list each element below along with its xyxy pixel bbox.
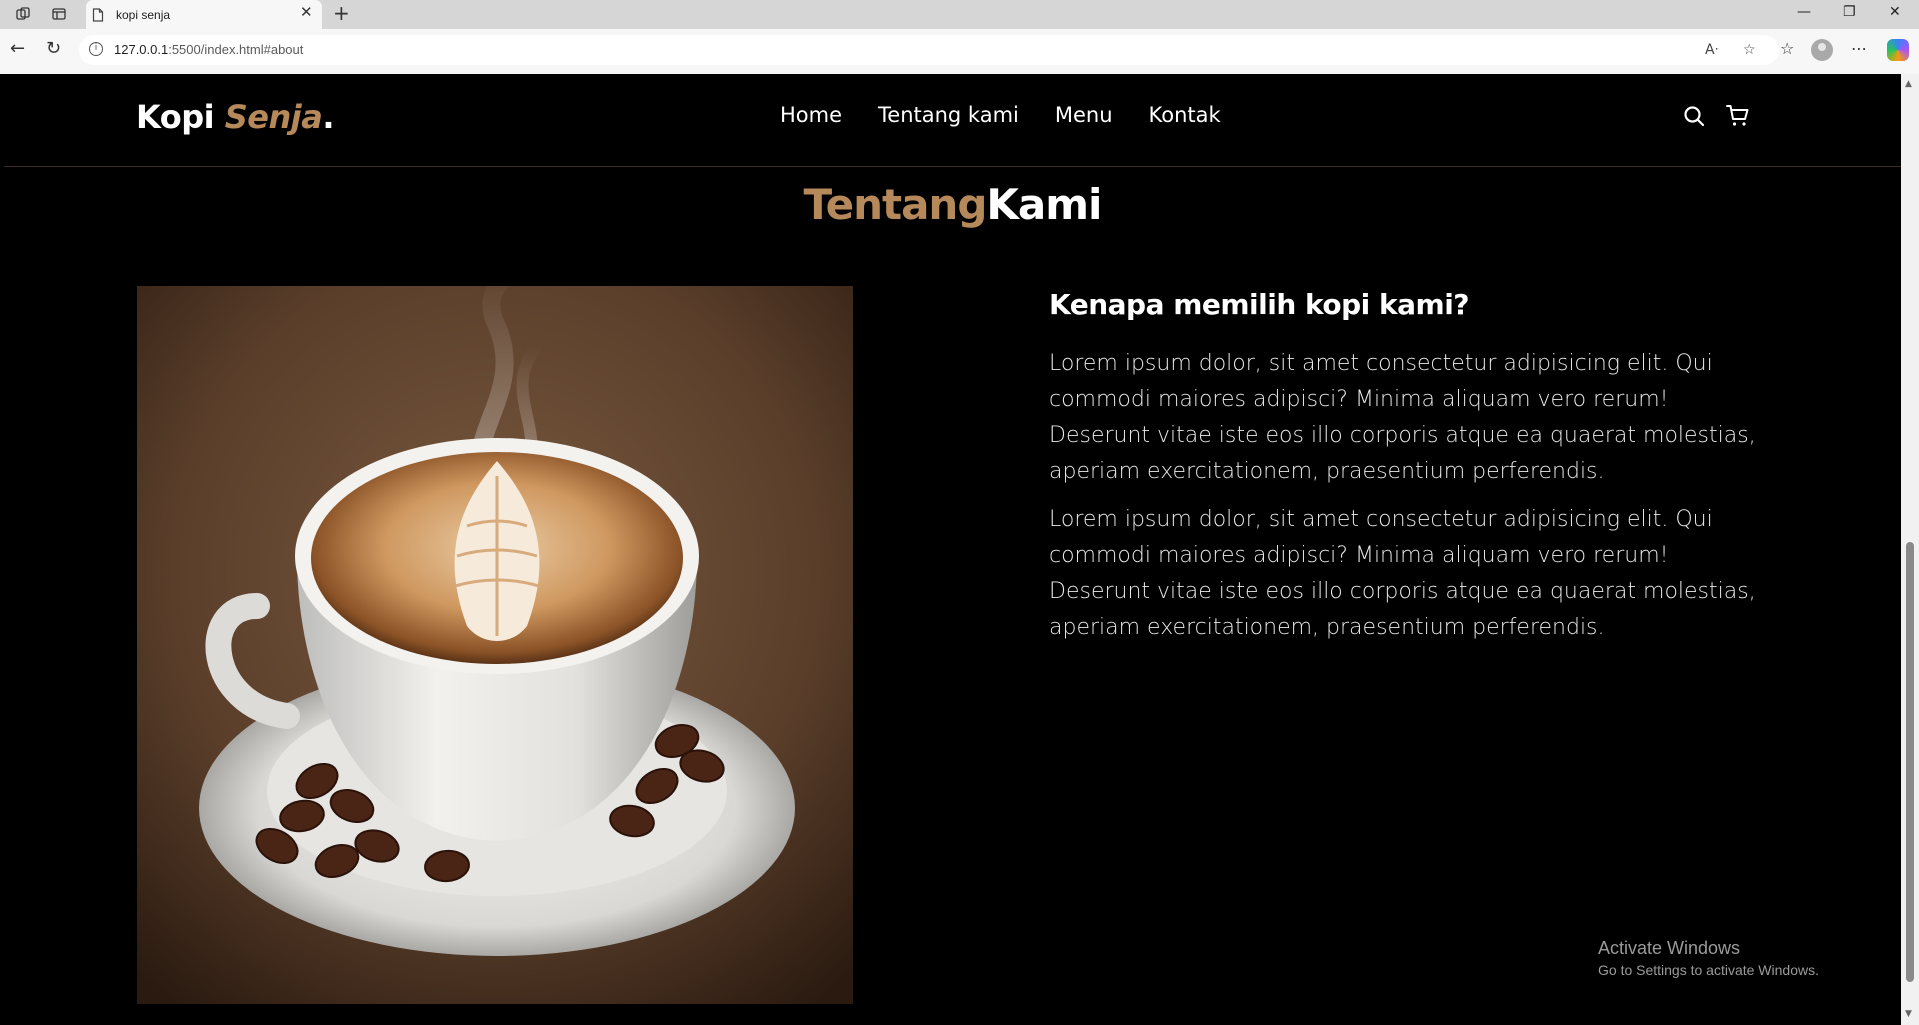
close-window-button[interactable]: ✕ — [1889, 5, 1901, 19]
scrollbar-thumb[interactable] — [1906, 542, 1914, 982]
nav-link-kontak[interactable]: Kontak — [1149, 103, 1221, 127]
back-arrow-icon[interactable]: ← — [10, 40, 25, 58]
page-scrollbar[interactable]: ▲ ▼ — [1901, 74, 1919, 1025]
nav-link-tentang-kami[interactable]: Tentang kami — [878, 103, 1019, 127]
url-text[interactable]: 127.0.0.1:5500/index.html#about — [114, 42, 303, 57]
new-tab-button[interactable]: + — [333, 3, 350, 23]
coffee-cup-image — [137, 286, 853, 1004]
nav-link-menu[interactable]: Menu — [1055, 103, 1113, 127]
activate-windows-title: Activate Windows — [1598, 938, 1741, 958]
about-paragraph-2: Lorem ipsum dolor, sit amet consectetur … — [1049, 507, 1756, 640]
about-heading: Kenapa memilih kopi kami? — [1049, 288, 1470, 321]
refresh-icon[interactable]: ↻ — [46, 40, 61, 58]
favorites-icon[interactable]: ☆ — [1780, 41, 1794, 57]
workspaces-icon[interactable] — [15, 6, 31, 22]
restore-button[interactable]: ❐ — [1843, 5, 1856, 19]
search-icon[interactable] — [1682, 104, 1706, 128]
activate-windows-watermark: Activate Windows Go to Settings to activ… — [1598, 938, 1819, 978]
activate-windows-subtitle: Go to Settings to activate Windows. — [1598, 962, 1819, 978]
read-aloud-icon[interactable]: Aᐧ — [1705, 43, 1718, 57]
nav-link-home[interactable]: Home — [780, 103, 842, 127]
document-icon — [92, 8, 104, 22]
profile-avatar[interactable] — [1811, 39, 1833, 61]
copilot-icon[interactable] — [1887, 39, 1909, 61]
about-paragraph-1: Lorem ipsum dolor, sit amet consectetur … — [1049, 351, 1756, 484]
site-info-icon[interactable]: i — [89, 42, 103, 56]
site-logo[interactable]: Kopi Senja. — [136, 98, 334, 136]
close-tab-icon[interactable]: ✕ — [300, 5, 313, 20]
minimize-button[interactable]: — — [1797, 5, 1811, 19]
shopping-cart-icon[interactable] — [1726, 104, 1750, 128]
scroll-down-arrow-icon[interactable]: ▼ — [1905, 1010, 1912, 1019]
section-title: TentangKami — [803, 180, 1103, 229]
favorite-star-icon[interactable]: ☆ — [1743, 43, 1756, 57]
page-viewport: Kopi Senja. Home Tentang kami Menu Konta… — [4, 74, 1901, 1025]
nav-links: Home Tentang kami Menu Kontak — [780, 103, 1257, 127]
scroll-up-arrow-icon[interactable]: ▲ — [1905, 80, 1912, 89]
browser-tab-bar: kopi senja ✕ + — ❐ ✕ — [0, 0, 1919, 29]
address-bar[interactable]: i 127.0.0.1:5500/index.html#about Aᐧ ☆ — [79, 35, 1779, 65]
more-options-icon[interactable]: ⋯ — [1851, 41, 1867, 57]
browser-toolbar: ← ↻ i 127.0.0.1:5500/index.html#about Aᐧ… — [0, 29, 1919, 74]
site-navbar: Kopi Senja. Home Tentang kami Menu Konta… — [4, 74, 1901, 167]
tab-actions-icon[interactable] — [51, 6, 67, 22]
tab-title: kopi senja — [116, 8, 171, 22]
